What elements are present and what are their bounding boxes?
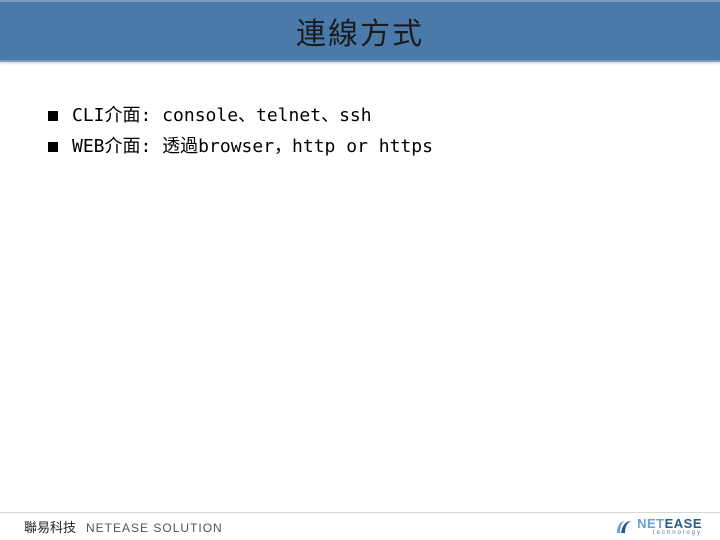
title-band: 連線方式	[0, 0, 720, 62]
logo-mark-icon	[615, 519, 633, 535]
footer: 聯易科技 NETEASE SOLUTION NETEASE technology	[0, 512, 720, 540]
footer-company-cn: 聯易科技	[24, 517, 76, 536]
logo-wordmark: NETEASE	[637, 517, 702, 530]
bullet-text: CLI介面: console、telnet、ssh	[72, 102, 372, 131]
list-item: CLI介面: console、telnet、ssh	[48, 102, 680, 131]
bullet-list: CLI介面: console、telnet、ssh WEB介面: 透過brows…	[48, 102, 680, 162]
logo-text: NETEASE technology	[637, 517, 702, 536]
bullet-text: WEB介面: 透過browser，http or https	[72, 133, 433, 162]
slide-title: 連線方式	[296, 9, 424, 53]
bullet-icon	[48, 111, 58, 121]
bullet-icon	[48, 142, 58, 152]
footer-company-en: NETEASE SOLUTION	[86, 521, 223, 535]
list-item: WEB介面: 透過browser，http or https	[48, 133, 680, 162]
logo-subtext: technology	[637, 530, 702, 536]
content-area: CLI介面: console、telnet、ssh WEB介面: 透過brows…	[0, 62, 720, 162]
netease-logo: NETEASE technology	[615, 517, 702, 536]
footer-left: 聯易科技 NETEASE SOLUTION	[24, 517, 223, 536]
